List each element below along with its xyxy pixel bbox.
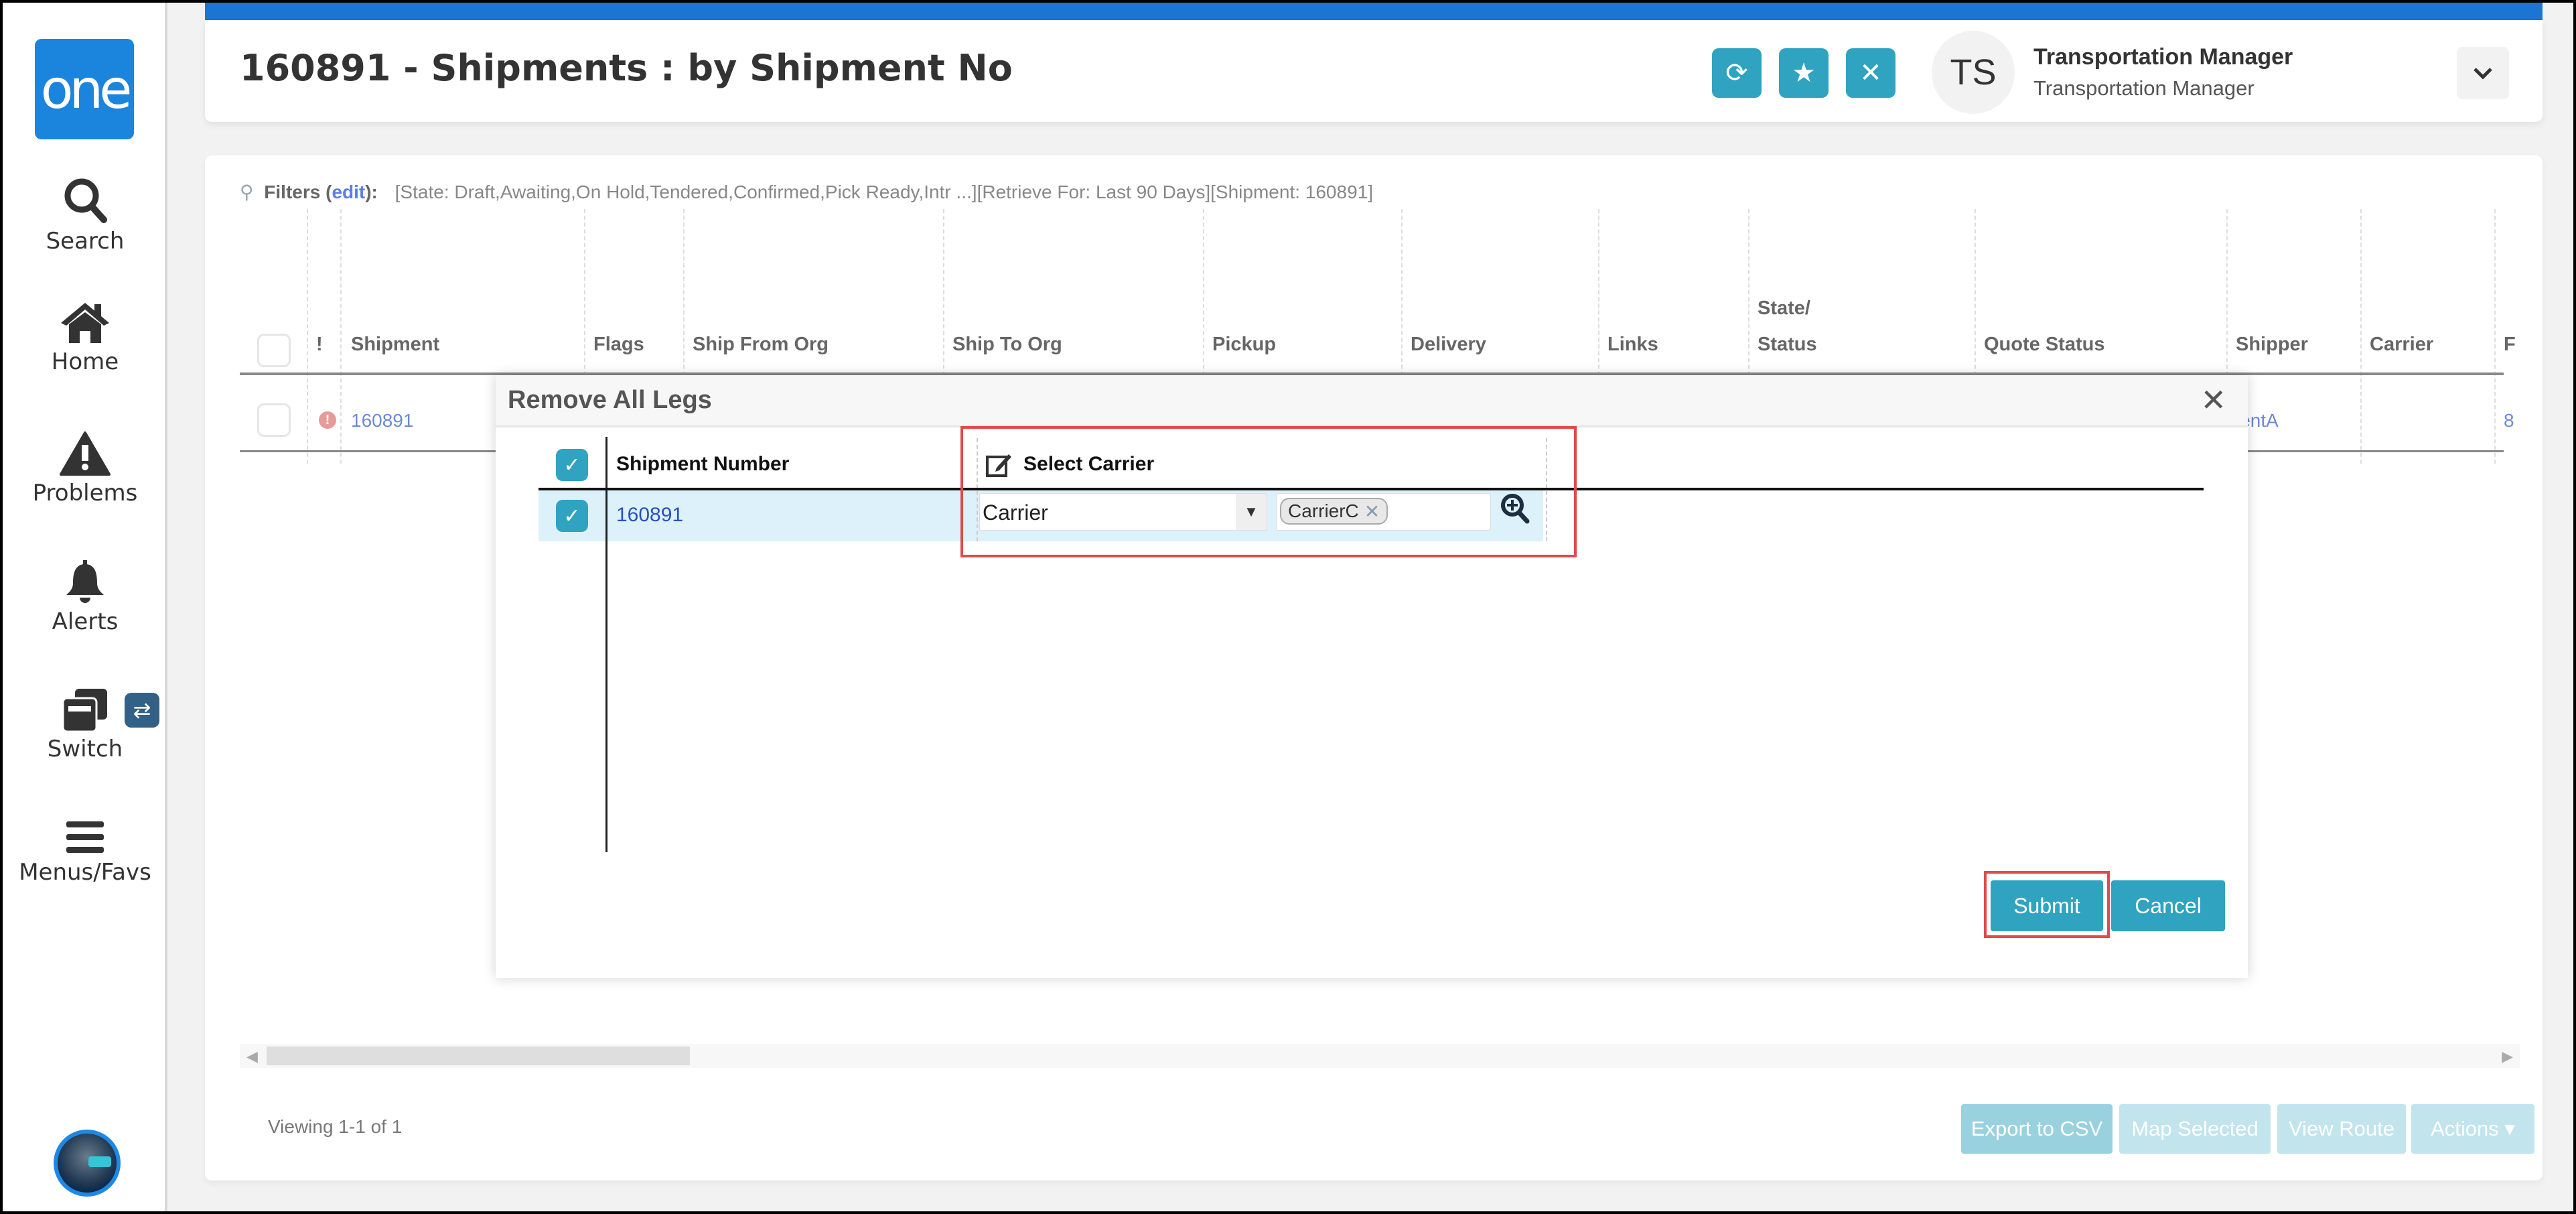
bell-icon xyxy=(66,560,104,603)
top-accent-bar xyxy=(205,3,2543,20)
column-header-quote-status[interactable]: Quote Status xyxy=(1984,334,2104,356)
truncated-cell-link[interactable]: 8 xyxy=(2504,410,2514,431)
close-page-button[interactable]: ✕ xyxy=(1846,48,1895,98)
actions-dropdown-button[interactable]: Actions ▾ xyxy=(2411,1104,2534,1154)
column-divider xyxy=(2494,209,2496,464)
scroll-right-icon[interactable]: ▶ xyxy=(2502,1048,2513,1065)
warning-icon xyxy=(60,431,111,476)
sidebar-item-label: Switch xyxy=(47,736,123,762)
dialog-header: Remove All Legs ✕ xyxy=(496,375,2248,427)
select-all-checkbox[interactable]: ✓ xyxy=(556,449,588,481)
filters-label: Filters xyxy=(264,182,321,202)
column-header-pickup[interactable]: Pickup xyxy=(1212,334,1276,356)
sidebar-item-menus-favs[interactable]: Menus/Favs xyxy=(3,820,167,886)
submit-button[interactable]: Submit xyxy=(1991,880,2103,931)
sidebar-item-label: Alerts xyxy=(52,608,119,635)
column-header-shipper[interactable]: Shipper xyxy=(2236,334,2308,356)
refresh-icon: ⟳ xyxy=(1725,58,1748,88)
home-icon xyxy=(61,303,109,343)
column-header-shipment-number: Shipment Number xyxy=(616,453,790,475)
sidebar-item-label: Problems xyxy=(32,480,138,507)
column-header-alert[interactable]: ! xyxy=(316,334,323,356)
column-header-flags[interactable]: Flags xyxy=(593,334,644,356)
sidebar-item-problems[interactable]: Problems xyxy=(3,431,167,507)
windows-icon xyxy=(63,689,107,732)
scrollbar-thumb[interactable] xyxy=(267,1047,690,1065)
export-csv-button[interactable]: Export to CSV xyxy=(1961,1104,2113,1154)
user-menu-button[interactable] xyxy=(2457,47,2509,99)
switch-badge-icon[interactable]: ⇄ xyxy=(125,693,159,728)
sidebar-item-alerts[interactable]: Alerts xyxy=(3,560,167,635)
hamburger-icon xyxy=(66,821,104,853)
filters-edit-link[interactable]: edit xyxy=(332,182,365,202)
select-all-checkbox[interactable] xyxy=(257,334,291,367)
column-divider xyxy=(307,209,308,464)
pagination-summary: Viewing 1-1 of 1 xyxy=(268,1116,403,1137)
column-header-carrier[interactable]: Carrier xyxy=(2370,334,2433,356)
page-header: 160891 - Shipments : by Shipment No ⟳ ★ … xyxy=(205,20,2543,122)
sidebar-item-home[interactable]: Home xyxy=(3,300,167,375)
app-logo[interactable]: one xyxy=(35,39,134,139)
column-header-ship-from-org[interactable]: Ship From Org xyxy=(693,334,829,356)
remove-all-legs-dialog: Remove All Legs ✕ ✓ Shipment Number Sele… xyxy=(496,375,2248,978)
scroll-left-icon[interactable]: ◀ xyxy=(246,1048,258,1065)
search-icon xyxy=(64,178,107,223)
highlight-select-carrier xyxy=(960,426,1577,557)
map-selected-button[interactable]: Map Selected xyxy=(2119,1104,2271,1154)
column-header-links[interactable]: Links xyxy=(1607,334,1658,356)
chevron-down-icon xyxy=(2474,68,2492,80)
checkmark-icon: ✓ xyxy=(563,504,581,527)
sidebar-item-label: Home xyxy=(51,348,119,375)
row-checkbox[interactable] xyxy=(257,403,291,437)
horizontal-scrollbar[interactable]: ◀ ▶ xyxy=(240,1044,2520,1068)
star-icon: ★ xyxy=(1792,58,1816,88)
column-header-state[interactable]: State/ xyxy=(1758,297,1810,320)
app-window: one Search Home Problems Alerts Switch ⇄… xyxy=(3,3,2573,1211)
profile-avatar[interactable] xyxy=(54,1130,121,1197)
column-header-status[interactable]: Status xyxy=(1758,334,1817,356)
dialog-close-button[interactable]: ✕ xyxy=(2200,382,2226,418)
column-header-delivery[interactable]: Delivery xyxy=(1411,334,1486,356)
favorite-button[interactable]: ★ xyxy=(1779,48,1829,98)
column-header-more[interactable]: F xyxy=(2504,334,2516,356)
shipment-link[interactable]: 160891 xyxy=(351,410,413,431)
dialog-title: Remove All Legs xyxy=(508,386,712,414)
user-avatar[interactable]: TS xyxy=(1932,31,2015,114)
column-header-shipment[interactable]: Shipment xyxy=(351,334,439,356)
close-icon: ✕ xyxy=(2200,383,2226,417)
user-name: Transportation Manager xyxy=(2033,44,2293,70)
close-icon: ✕ xyxy=(1859,58,1882,88)
sidebar-item-label: Search xyxy=(46,228,125,255)
checkmark-icon: ✓ xyxy=(563,454,581,476)
column-divider xyxy=(605,437,607,852)
sidebar-item-search[interactable]: Search xyxy=(3,176,167,255)
column-header-ship-to-org[interactable]: Ship To Org xyxy=(952,334,1062,356)
alert-icon: ! xyxy=(319,411,336,429)
column-divider xyxy=(2360,209,2362,464)
refresh-button[interactable]: ⟳ xyxy=(1712,48,1762,98)
row-checkbox[interactable]: ✓ xyxy=(556,500,588,532)
view-route-button[interactable]: View Route xyxy=(2277,1104,2406,1154)
sidebar: one Search Home Problems Alerts Switch ⇄… xyxy=(3,3,167,1211)
column-divider xyxy=(340,209,342,464)
shipment-number-link[interactable]: 160891 xyxy=(616,504,683,527)
sidebar-item-label: Menus/Favs xyxy=(19,859,151,886)
page-title: 160891 - Shipments : by Shipment No xyxy=(240,47,1013,89)
cancel-button[interactable]: Cancel xyxy=(2111,880,2225,931)
filters-bar: ⚲ Filters (edit): [State: Draft,Awaiting… xyxy=(240,182,1373,202)
filters-summary: [State: Draft,Awaiting,On Hold,Tendered,… xyxy=(395,182,1373,202)
user-role: Transportation Manager xyxy=(2033,76,2255,100)
filter-search-icon: ⚲ xyxy=(240,182,254,202)
